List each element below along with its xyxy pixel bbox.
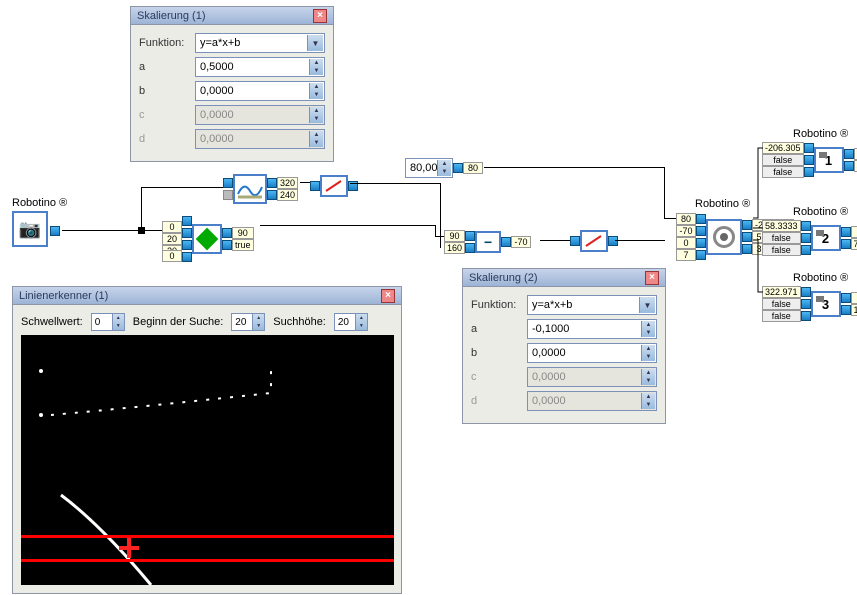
const-80-out: 80 xyxy=(463,162,483,174)
panel-title-text: Skalierung (2) xyxy=(469,272,537,284)
skalierung-2-panel: Skalierung (2) × Funktion: y=a*x+b ▼ a -… xyxy=(462,268,666,424)
hoehe-label: Suchhöhe: xyxy=(273,316,326,328)
camera-block[interactable] xyxy=(12,211,48,247)
scale2-block[interactable] xyxy=(570,230,618,252)
motor-num: 1 xyxy=(814,147,844,173)
d-label: d xyxy=(139,133,189,145)
funktion-select[interactable]: y=a*x+b ▼ xyxy=(195,33,325,53)
image-out-w: 320 xyxy=(277,177,298,189)
schwellwert-spinner[interactable]: 0▲▼ xyxy=(91,313,125,331)
proc-out-true: true xyxy=(232,239,254,251)
robotino-label: Robotino ® xyxy=(12,197,67,209)
chevron-down-icon: ▼ xyxy=(639,297,655,313)
close-icon[interactable]: × xyxy=(381,289,395,303)
motor-num: 3 xyxy=(811,291,841,317)
b-label: b xyxy=(139,85,189,97)
beginn-spinner[interactable]: 20▲▼ xyxy=(231,313,265,331)
funktion-select[interactable]: y=a*x+b ▼ xyxy=(527,295,657,315)
scale-icon xyxy=(585,234,603,248)
b-spinner[interactable]: 0,0000▲▼ xyxy=(527,343,657,363)
motor-3-block[interactable]: 322.971 false false 3 0 132441 xyxy=(762,286,857,322)
panel-title-text: Skalierung (1) xyxy=(137,10,205,22)
robotino-label: Robotino ® xyxy=(793,272,848,284)
robotino-label: Robotino ® xyxy=(695,198,750,210)
detection-cross-icon xyxy=(119,538,139,558)
diamond-icon xyxy=(196,228,219,251)
c-label: c xyxy=(139,109,189,121)
beginn-label: Beginn der Suche: xyxy=(133,316,224,328)
b-spinner[interactable]: 0,0000▲▼ xyxy=(195,81,325,101)
motor-num: 2 xyxy=(811,225,841,251)
subtract-block[interactable]: 90 160 − -70 xyxy=(444,230,531,254)
scale-icon xyxy=(325,179,343,193)
detected-line xyxy=(21,335,394,585)
c-spinner: 0,0000▲▼ xyxy=(527,367,657,387)
a-spinner[interactable]: 0,5000▲▼ xyxy=(195,57,325,77)
proc-out-90: 90 xyxy=(232,227,254,239)
camera-port-out xyxy=(50,226,60,236)
panel-title: Skalierung (2) × xyxy=(463,269,665,287)
motor-2-block[interactable]: 58.3333 false false 2 0 76234 xyxy=(762,220,857,256)
funktion-value: y=a*x+b xyxy=(200,37,240,49)
schwellwert-label: Schwellwert: xyxy=(21,316,83,328)
image-block[interactable]: 320 240 xyxy=(223,174,298,204)
minus-icon: − xyxy=(475,231,501,253)
wave-icon xyxy=(236,179,264,199)
panel-title: Skalierung (1) × xyxy=(131,7,333,25)
robotino-label: Robotino ® xyxy=(793,128,848,140)
funktion-label: Funktion: xyxy=(139,37,189,49)
sub-out: -70 xyxy=(511,236,531,248)
motor-1-block[interactable]: -206.305 false false 1 0 36992 xyxy=(762,142,857,178)
camera-icon xyxy=(19,219,41,240)
search-band-top xyxy=(21,535,394,538)
panel-title: Linienerkenner (1) × xyxy=(13,287,401,305)
panel-title-text: Linienerkenner (1) xyxy=(19,290,108,302)
robotino-label: Robotino ® xyxy=(793,206,848,218)
a-label: a xyxy=(139,61,189,73)
d-spinner: 0,0000▲▼ xyxy=(527,391,657,411)
close-icon[interactable]: × xyxy=(645,271,659,285)
const-80-block[interactable]: 80,00▲▼ 80 xyxy=(405,158,483,178)
linienerkenner-panel: Linienerkenner (1) × Schwellwert: 0▲▼ Be… xyxy=(12,286,402,594)
hoehe-spinner[interactable]: 20▲▼ xyxy=(334,313,368,331)
d-spinner: 0,0000▲▼ xyxy=(195,129,325,149)
a-spinner[interactable]: -0,1000▲▼ xyxy=(527,319,657,339)
chevron-down-icon: ▼ xyxy=(307,35,323,51)
skalierung-1-panel: Skalierung (1) × Funktion: y=a*x+b ▼ a 0… xyxy=(130,6,334,162)
gear-icon xyxy=(713,226,735,248)
search-band-bottom xyxy=(21,559,394,562)
image-out-h: 240 xyxy=(277,189,298,201)
close-icon[interactable]: × xyxy=(313,9,327,23)
scale1-block[interactable] xyxy=(310,175,358,197)
c-spinner: 0,0000▲▼ xyxy=(195,105,325,125)
camera-view xyxy=(21,335,394,585)
funktion-label: Funktion: xyxy=(471,299,521,311)
